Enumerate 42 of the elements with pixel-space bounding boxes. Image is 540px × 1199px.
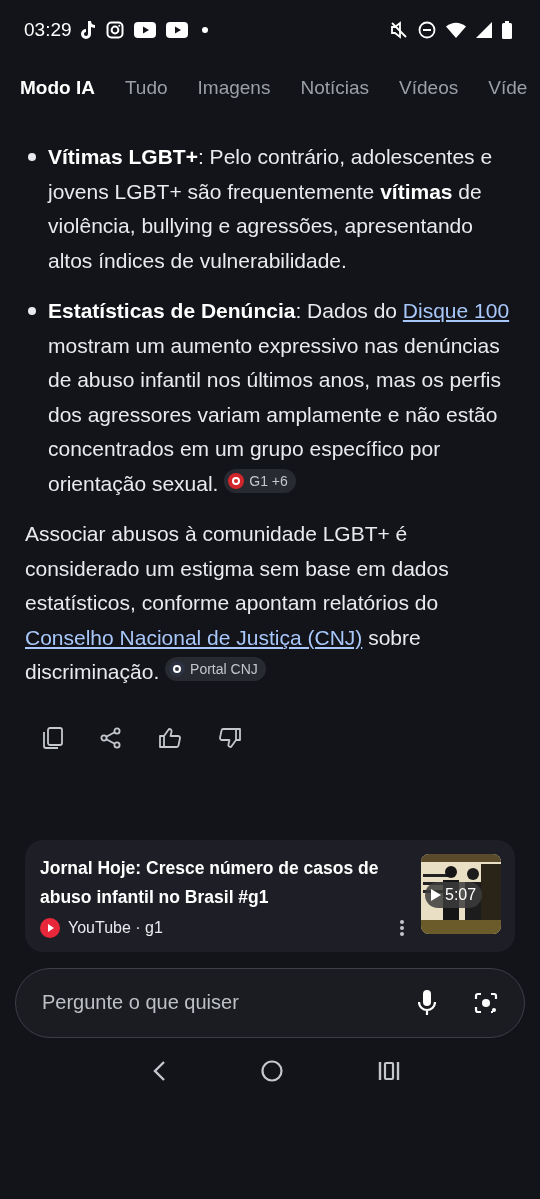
tab[interactable]: Tudo [124, 77, 168, 99]
link[interactable]: Disque 100 [402, 299, 510, 322]
copy-icon[interactable] [42, 725, 64, 750]
do-not-disturb-icon [418, 21, 436, 39]
tab[interactable]: Víde [488, 77, 528, 99]
play-icon [431, 888, 441, 901]
search-field[interactable]: Pergunte o que quiser [40, 990, 380, 1015]
microphone-icon[interactable] [418, 989, 436, 1016]
home-icon[interactable] [261, 1059, 283, 1082]
tab[interactable]: Notícias [300, 77, 370, 99]
tab[interactable]: Vídeos [399, 77, 459, 99]
dot-icon [201, 27, 208, 33]
camera-icon [105, 21, 124, 39]
note-icon [79, 20, 96, 40]
answer-text: Estatísticas de Denúncia: Dados do Disque 100 mostram um aumento expressivo nas denúncias de abuso infantil nos últimos anos, mas os perfis dos agressores variam amplamente e não estão concentrados em um grupo específico por orientação sexual. G1 +6 [48, 298, 511, 497]
signal-icon [476, 22, 492, 38]
play-icon [165, 22, 188, 38]
source-chip[interactable]: Portal CNJ [165, 657, 266, 681]
mute-icon [390, 21, 408, 39]
thumbs-down-icon[interactable] [218, 726, 242, 749]
tab[interactable]: Modo IA [20, 77, 95, 99]
video-title: Jornal Hoje: Cresce número de casos de abuso infantil no Brasil #g1 [40, 856, 380, 909]
source-chip[interactable]: G1 +6 [224, 468, 296, 493]
status-time: 03:29 [24, 19, 72, 41]
tab[interactable]: Imagens [197, 77, 271, 99]
answer-text: Associar abusos à comunidade LGBT+ é considerado um estigma sem base em dados estatísticos, conforme apontam relatórios do Conselho Nacional de Justiça (CNJ) sobre discriminação. Portal CNJ [25, 521, 450, 685]
battery-icon [502, 21, 512, 39]
share-icon[interactable] [100, 726, 122, 749]
recent-apps-icon[interactable] [378, 1060, 401, 1081]
back-icon[interactable] [151, 1059, 166, 1082]
camera-icon[interactable] [474, 990, 498, 1015]
thumbs-up-icon[interactable] [158, 726, 182, 749]
answer-text: Vítimas LGBT+: Pelo contrário, adolescentes e jovens LGBT+ são frequentemente vítimas de violência, bullying e agressões, apresentando altos índices de vulnerabilidade. [48, 144, 494, 274]
video-source: YouTube · g1 [68, 918, 163, 937]
more-icon[interactable] [399, 918, 405, 937]
bullet-icon [28, 153, 36, 161]
video-card[interactable]: Jornal Hoje: Cresce número de casos de abuso infantil no Brasil #g1 YouTube · g1 5:07 [25, 839, 515, 952]
play-icon [40, 917, 60, 938]
wifi-icon [446, 22, 466, 38]
bullet-icon [28, 307, 36, 315]
play-icon [133, 22, 156, 38]
link[interactable]: Conselho Nacional de Justiça (CNJ) [25, 625, 363, 649]
